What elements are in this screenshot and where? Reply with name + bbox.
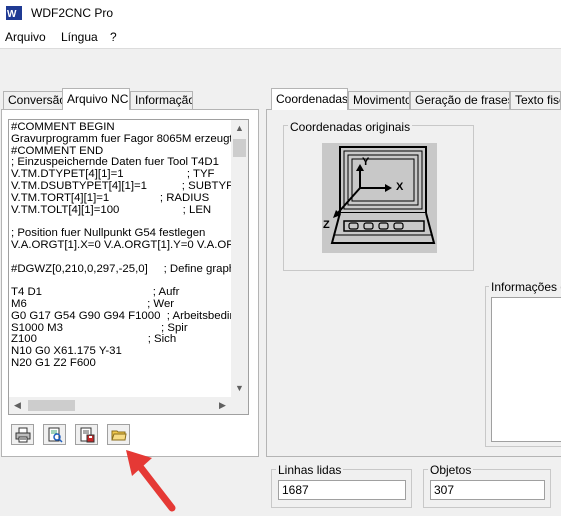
nc-code-line: G0 G17 G54 G90 G94 F1000 ; Arbeitsbeding… (11, 309, 233, 322)
objects-field: 307 (430, 480, 545, 500)
tab-text-tax[interactable]: Texto fisc (510, 91, 561, 109)
open-button[interactable] (107, 424, 130, 445)
tab-information[interactable]: Informação (130, 91, 193, 109)
title-bar: W WDF2CNC Pro (0, 0, 561, 27)
nc-code-line: V.TM.DSUBTYPET[4][1]=1 ; SUBTYP (11, 179, 233, 192)
save-file-icon (80, 427, 95, 443)
axis-y-label: Y (362, 156, 370, 168)
pointer-arrow-icon (126, 450, 176, 512)
scrollbar-corner (231, 397, 248, 414)
tab-phrase-generation[interactable]: Geração de frases (410, 91, 510, 109)
tab-nc-file[interactable]: Arquivo NC (62, 88, 130, 110)
information-group-label: Informações de (489, 280, 561, 294)
axis-x-label: X (396, 181, 404, 193)
nc-code-text: #COMMENT BEGIN Gravurprogramm fuer Fagor … (11, 122, 233, 397)
horizontal-scroll-thumb[interactable] (28, 400, 75, 411)
vertical-scroll-thumb[interactable] (233, 139, 246, 157)
information-text-area[interactable] (491, 297, 561, 442)
print-button[interactable] (11, 424, 34, 445)
nc-code-line: #DGWZ[0,210,0,297,-25,0] ; Define graphi… (11, 262, 233, 275)
scroll-up-icon[interactable]: ▲ (231, 120, 248, 137)
objects-label: Objetos (428, 463, 474, 477)
open-folder-icon (111, 430, 127, 441)
lines-read-label: Linhas lidas (276, 463, 344, 477)
menu-language[interactable]: Língua (61, 30, 98, 44)
cnc-monitor-illustration: Y X Z (322, 143, 437, 253)
nc-code-listbox[interactable]: #COMMENT BEGIN Gravurprogramm fuer Fagor … (8, 119, 249, 415)
preview-icon (48, 427, 63, 443)
horizontal-scrollbar[interactable]: ◀ ▶ (9, 397, 231, 414)
save-button[interactable] (75, 424, 98, 445)
tab-coordinates[interactable]: Coordenadas (271, 88, 348, 110)
nc-code-line: M6 ; Wer (11, 297, 175, 310)
nc-code-line: N20 G1 Z2 F600 (11, 356, 96, 369)
tab-movement[interactable]: Movimento (348, 91, 410, 109)
nc-code-line: V.TM.TORT[4][1]=1 ; RADIUS (11, 191, 210, 204)
menu-bar: Arquivo Língua ? (0, 27, 561, 49)
scroll-left-icon[interactable]: ◀ (9, 397, 26, 414)
menu-help[interactable]: ? (110, 30, 117, 44)
vertical-scrollbar[interactable]: ▲ ▼ (231, 120, 248, 397)
preview-button[interactable] (43, 424, 66, 445)
print-icon (15, 427, 31, 443)
scroll-down-icon[interactable]: ▼ (231, 380, 248, 397)
scroll-right-icon[interactable]: ▶ (214, 397, 231, 414)
svg-text:W: W (7, 9, 17, 20)
window-title: WDF2CNC Pro (31, 6, 114, 20)
original-coordinates-label: Coordenadas originais (288, 120, 413, 134)
app-logo-icon: W (6, 6, 22, 20)
tab-conversion[interactable]: Conversão (3, 91, 63, 109)
nc-code-line: Gravurprogramm fuer Fagor 8065M erzeugt … (11, 132, 233, 145)
nc-code-line (11, 252, 233, 264)
axis-z-label: Z (323, 219, 330, 231)
nc-code-line: V.A.ORGT[1].X=0 V.A.ORGT[1].Y=0 V.A.ORG (11, 238, 233, 251)
lines-read-field: 1687 (278, 480, 406, 500)
nc-code-line: V.TM.TOLT[4][1]=100 ; LEN (11, 203, 212, 216)
menu-file[interactable]: Arquivo (5, 30, 46, 44)
